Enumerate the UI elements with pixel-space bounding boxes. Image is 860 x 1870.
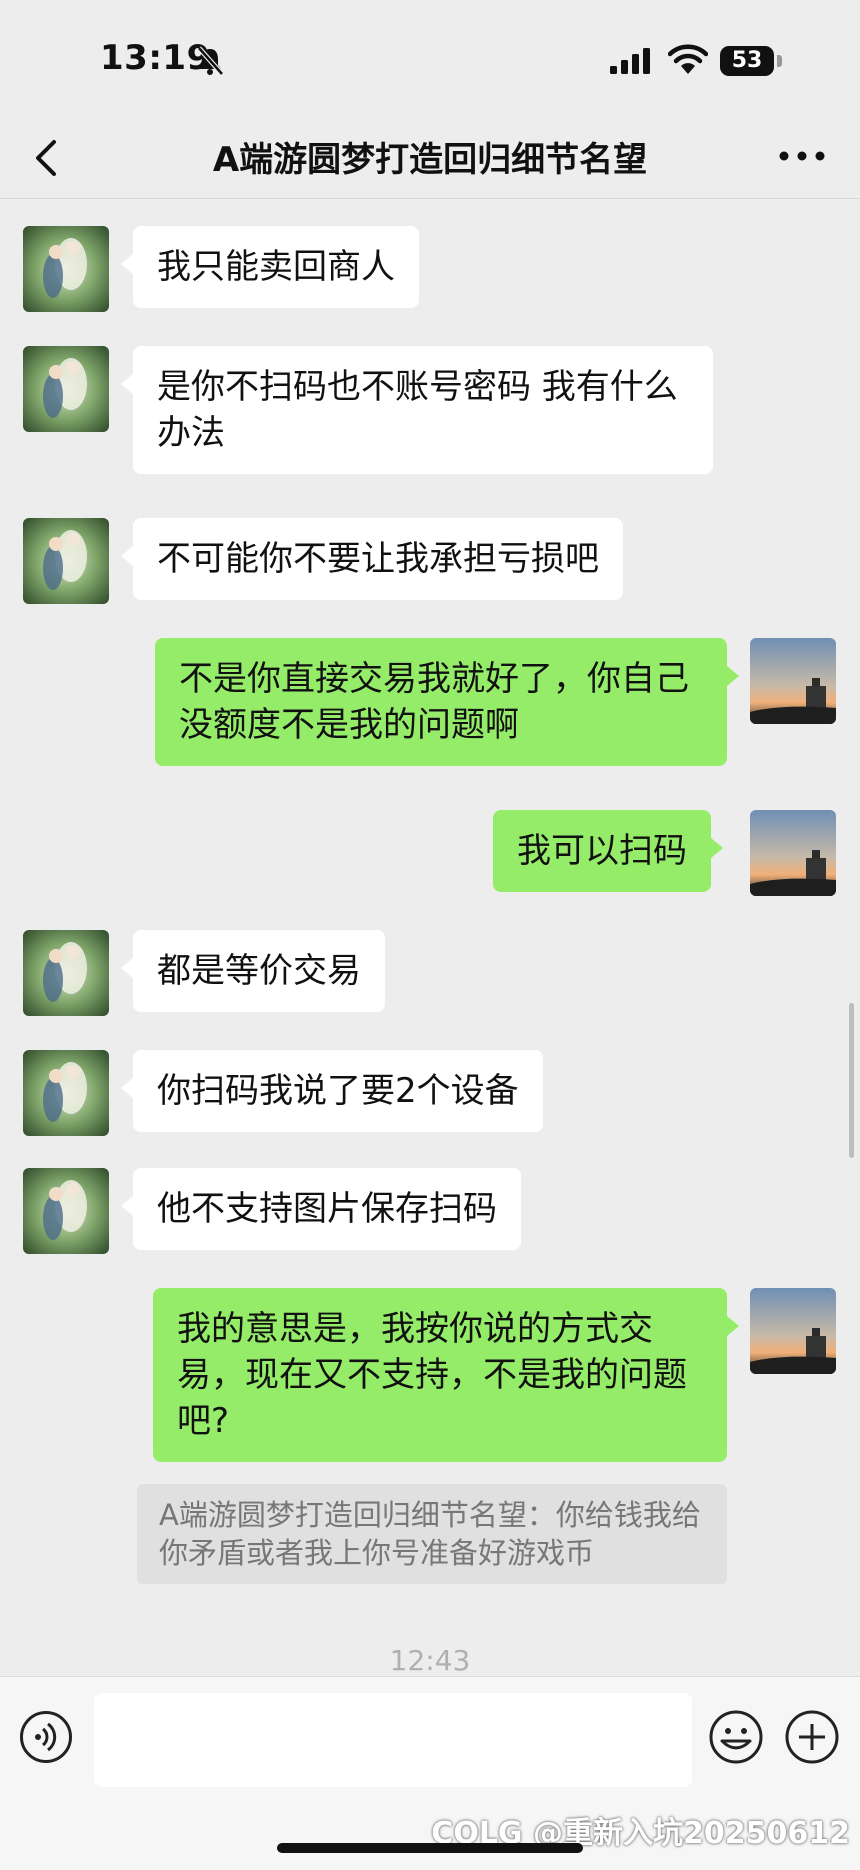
wifi-icon	[668, 44, 708, 74]
chevron-left-icon[interactable]	[22, 128, 82, 188]
message-bubble-incoming[interactable]: 不可能你不要让我承担亏损吧	[121, 518, 623, 600]
cellular-signal-icon	[610, 48, 650, 74]
message-bubble-incoming[interactable]: 你扫码我说了要2个设备	[121, 1050, 543, 1132]
quoted-message[interactable]: A端游圆梦打造回归细节名望：你给钱我给你矛盾或者我上你号准备好游戏币	[137, 1484, 727, 1584]
nav-bar: A端游圆梦打造回归细节名望	[0, 120, 860, 199]
message-bubble-outgoing[interactable]: 我可以扫码	[493, 810, 723, 892]
self-avatar[interactable]	[750, 1288, 836, 1374]
plus-icon[interactable]	[784, 1709, 840, 1765]
contact-avatar[interactable]	[23, 346, 109, 432]
battery-cap	[777, 55, 782, 67]
message-bubble-incoming[interactable]: 他不支持图片保存扫码	[121, 1168, 521, 1250]
message-timestamp: 12:43	[389, 1644, 471, 1677]
self-avatar[interactable]	[750, 638, 836, 724]
emoji-icon[interactable]	[708, 1709, 764, 1765]
contact-avatar[interactable]	[23, 1050, 109, 1136]
message-bubble-outgoing[interactable]: 我的意思是，我按你说的方式交易，现在又不支持，不是我的问题吧?	[153, 1288, 739, 1462]
bell-muted-icon	[197, 46, 224, 76]
scrollbar[interactable]	[849, 1003, 854, 1158]
contact-avatar[interactable]	[23, 930, 109, 1016]
battery-indicator: 53	[720, 46, 774, 76]
message-bubble-incoming[interactable]: 我只能卖回商人	[121, 226, 419, 308]
self-avatar[interactable]	[750, 810, 836, 896]
voice-icon[interactable]	[20, 1711, 72, 1763]
home-indicator[interactable]	[277, 1843, 583, 1853]
message-bubble-outgoing[interactable]: 不是你直接交易我就好了，你自己没额度不是我的问题啊	[155, 638, 739, 766]
message-input[interactable]	[94, 1693, 692, 1787]
status-bar: 13:19 53	[0, 0, 860, 120]
contact-avatar[interactable]	[23, 518, 109, 604]
ellipsis-icon[interactable]	[772, 136, 832, 176]
chat-title: A端游圆梦打造回归细节名望	[212, 140, 648, 180]
contact-avatar[interactable]	[23, 226, 109, 312]
status-time: 13:19	[100, 38, 211, 78]
message-bubble-incoming[interactable]: 是你不扫码也不账号密码 我有什么办法	[121, 346, 713, 474]
message-bubble-incoming[interactable]: 都是等价交易	[121, 930, 385, 1012]
contact-avatar[interactable]	[23, 1168, 109, 1254]
